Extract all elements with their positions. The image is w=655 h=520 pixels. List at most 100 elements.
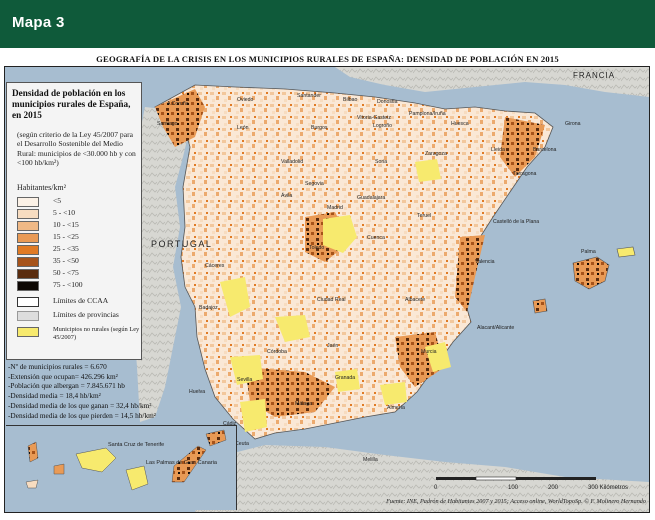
- city-label: Pamplona/Iruña: [409, 111, 446, 117]
- city-label: Segovia: [305, 181, 324, 187]
- legend-label: Municipios no rurales (según Ley 45/2007…: [53, 326, 140, 341]
- scale-bar: 0 100 200 300 Kilómetros: [430, 473, 640, 497]
- city-label: Donostia: [377, 99, 398, 105]
- city-label: A Coruña: [167, 101, 189, 107]
- legend-swatch: [17, 221, 39, 231]
- scale-tick-300: 300 Kilómetros: [588, 485, 628, 491]
- mallorca: [572, 256, 610, 290]
- map-title: GEOGRAFÍA DE LA CRISIS EN LOS MUNICIPIOS…: [96, 54, 559, 64]
- city-label: Teruel: [417, 213, 431, 219]
- valencia-cluster: [455, 235, 485, 312]
- legend-swatch: [17, 297, 39, 307]
- city-label: Málaga: [295, 401, 312, 407]
- legend-label: 5 - <10: [53, 208, 75, 217]
- label-santa-cruz-tenerife: Santa Cruz de Tenerife: [108, 442, 164, 448]
- label-las-palmas: Las Palmas de Gran Canaria: [146, 460, 218, 466]
- stat-line: -Nº de municipios rurales = 6.670: [8, 362, 107, 371]
- legend-swatch: [17, 209, 39, 219]
- city-label: Ávila: [281, 192, 292, 199]
- legend-label: 25 - <35: [53, 244, 79, 253]
- city-label: Valladolid: [281, 159, 303, 165]
- city-label: Santander: [297, 93, 321, 99]
- statistics-block: -Nº de municipios rurales = 6.670 -Exten…: [8, 362, 176, 420]
- city-label: Bilbao: [343, 97, 358, 103]
- stat-line: -Población que albergan = 7.845.671 hb: [8, 381, 125, 391]
- city-label: Zaragoza: [425, 151, 447, 157]
- city-label: Badajoz: [199, 305, 218, 311]
- city-label: Palma: [581, 249, 596, 255]
- legend-label: Límites de CCAA: [53, 296, 109, 305]
- city-label: Toledo: [309, 245, 324, 251]
- legend-item: 25 - <35: [17, 244, 141, 255]
- label-portugal: PORTUGAL: [151, 239, 212, 249]
- legend-label: 35 - <50: [53, 256, 79, 265]
- city-label: Oviedo: [237, 97, 254, 103]
- scale-tick-0: 0: [434, 485, 438, 491]
- city-label: Granada: [335, 375, 355, 381]
- legend-swatch: [17, 311, 39, 321]
- island-lanzarote: [205, 429, 227, 447]
- legend-swatch: [17, 327, 39, 337]
- legend-label: 15 - <25: [53, 232, 79, 241]
- legend-swatch: [17, 197, 39, 207]
- island-gran-canaria: [125, 465, 149, 491]
- island-la-gomera: [53, 463, 65, 475]
- city-label: Murcia: [421, 349, 437, 355]
- city-label: Huesca: [451, 121, 469, 127]
- city-label: Madrid: [327, 205, 343, 211]
- city-label: Huelva: [189, 389, 205, 395]
- legend: Densidad de población en los municipios …: [6, 82, 142, 360]
- scale-bar-graphic: 0 100 200 300 Kilómetros: [434, 476, 628, 491]
- city-label: Sevilla: [237, 377, 252, 383]
- legend-item: <5: [17, 196, 141, 207]
- legend-unit: Habitantes/km²: [17, 183, 67, 192]
- legend-label: Límites de provincias: [53, 310, 119, 319]
- scale-tick-100: 100: [508, 485, 519, 491]
- header-bar: Mapa 3: [0, 0, 655, 48]
- stat-line: -Densidad media de los que pierden = 14,…: [8, 410, 156, 420]
- legend-item: Límites de CCAA: [17, 296, 141, 307]
- city-label: Soria: [375, 159, 387, 165]
- legend-item: 35 - <50: [17, 256, 141, 267]
- city-label: Barcelona: [533, 147, 556, 153]
- island-el-hierro: [25, 479, 39, 489]
- ibiza: [532, 298, 548, 314]
- legend-item: 5 - <10: [17, 208, 141, 219]
- legend-item: Límites de provincias: [17, 310, 141, 321]
- legend-label: <5: [53, 196, 62, 205]
- city-label: León: [237, 125, 249, 131]
- legend-title: Densidad de población en los municipios …: [12, 88, 131, 120]
- island-la-palma: [27, 441, 39, 463]
- scale-tick-200: 200: [548, 485, 559, 491]
- city-label: Burgos: [311, 125, 328, 131]
- city-label: Logroño: [373, 123, 392, 129]
- city-label: Córdoba: [267, 349, 287, 355]
- canarias-map: Santa Cruz de Tenerife Las Palmas de Gra…: [25, 429, 227, 491]
- menorca: [616, 246, 636, 258]
- legend-subtitle: (según criterio de la Ley 45/2007 para e…: [17, 130, 136, 168]
- legend-item: Municipios no rurales (según Ley 45/2007…: [17, 326, 141, 341]
- legend-item: 10 - <15: [17, 220, 141, 231]
- city-label: Guadalajara: [357, 195, 385, 201]
- canarias-inset: Santa Cruz de Tenerife Las Palmas de Gra…: [6, 425, 237, 510]
- city-label: Lleida: [491, 147, 505, 153]
- legend-item: 15 - <25: [17, 232, 141, 243]
- city-label: Cuenca: [367, 235, 385, 241]
- city-label: Valencia: [475, 259, 495, 265]
- legend-swatch: [17, 245, 39, 255]
- label-francia: FRANCIA: [573, 71, 615, 80]
- city-label: Alacant/Alicante: [477, 325, 514, 331]
- legend-swatch: [17, 233, 39, 243]
- legend-label: 10 - <15: [53, 220, 79, 229]
- city-label: Albacete: [405, 297, 425, 303]
- legend-swatch: [17, 281, 39, 291]
- legend-swatch: [17, 257, 39, 267]
- city-label: Tarragona: [513, 171, 536, 177]
- island-tenerife: [75, 447, 117, 473]
- legend-label: 50 - <75: [53, 268, 79, 277]
- city-label: Cáceres: [205, 263, 225, 269]
- legend-item: 75 - <100: [17, 280, 141, 291]
- city-label: Jaén: [327, 343, 338, 349]
- source-note: Fuente: INE, Padrón de Habitantes 2007 y…: [386, 498, 646, 505]
- zaragoza-urban: [415, 159, 441, 182]
